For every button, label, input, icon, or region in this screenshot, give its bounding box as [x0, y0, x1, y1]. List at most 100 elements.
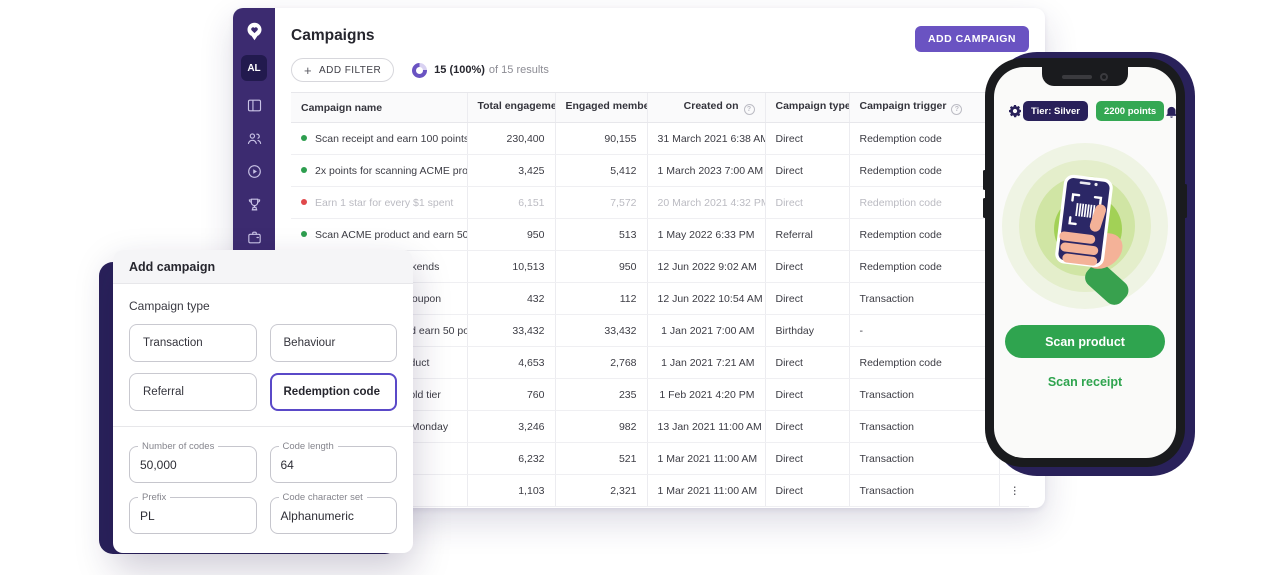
cell-text: Redemption code	[859, 228, 942, 241]
campaign-type-option[interactable]: Referral	[129, 373, 257, 411]
cell-name: Earn 1 star for every $1 spent	[291, 186, 467, 219]
add-campaign-modal: Add campaign Campaign type Transaction Be…	[113, 250, 413, 553]
board-icon[interactable]	[234, 89, 274, 122]
status-dot-icon	[301, 198, 307, 205]
cell-members: 950	[554, 250, 647, 283]
cell-text: 1 May 2022 6:33 PM	[657, 228, 755, 241]
automations-icon[interactable]	[234, 155, 274, 188]
table-row[interactable]: 2x points for scanning ACME product 3,425…	[291, 154, 1029, 187]
phone-status-row: Tier: Silver 2200 points	[994, 101, 1176, 121]
status-dot-icon	[301, 230, 307, 237]
cell-text: 2,321	[610, 484, 637, 497]
column-header[interactable]: Campaign trigger?	[848, 92, 999, 123]
settings-gear-icon[interactable]	[1007, 103, 1023, 119]
cell-trigger: Redemption code	[848, 122, 999, 155]
cell-text: Direct	[775, 260, 803, 273]
column-header[interactable]: Total engagement?	[466, 92, 556, 123]
cell-text: 10,513	[512, 260, 545, 273]
input-field[interactable]: Number of codes 50,000	[129, 441, 257, 483]
phone-screen: Tier: Silver 2200 points Scan product Sc…	[994, 67, 1176, 458]
column-header-label: Campaign type	[775, 100, 850, 112]
cell-members: 982	[554, 410, 647, 443]
input-field[interactable]: Code length 64	[269, 441, 397, 483]
cell-text: Redemption code	[859, 132, 942, 145]
input-field[interactable]: Prefix PL	[129, 492, 257, 534]
info-icon[interactable]: ?	[743, 104, 755, 115]
cell-trigger: Redemption code	[848, 186, 999, 219]
phone-volume-up-button	[983, 170, 986, 190]
add-filter-button[interactable]: + ADD FILTER	[291, 58, 395, 82]
column-header[interactable]: Engaged members?	[554, 92, 647, 123]
cell-type: Direct	[764, 154, 849, 187]
campaign-type-option[interactable]: Transaction	[129, 324, 257, 362]
cell-text: Direct	[775, 196, 803, 209]
cell-created: 12 Jun 2022 9:02 AM	[646, 250, 765, 283]
row-menu-kebab-icon[interactable]: ⋮	[998, 474, 1029, 507]
cell-text: Direct	[775, 292, 803, 305]
column-header-label: Total engagement	[477, 100, 556, 112]
campaign-type-option[interactable]: Redemption code	[269, 373, 397, 411]
workspace-avatar[interactable]: AL	[241, 55, 267, 81]
column-header-label: Campaign trigger	[859, 100, 947, 112]
cell-trigger: Redemption code	[848, 154, 999, 187]
table-header-row: Campaign nameTotal engagement?Engaged me…	[291, 92, 1029, 123]
cell-text: 12 Jun 2022 10:54 AM	[657, 292, 763, 305]
column-header[interactable]: Campaign name	[291, 92, 467, 123]
cell-type: Direct	[764, 250, 849, 283]
column-header[interactable]: Campaign type?	[764, 92, 850, 123]
cell-text: Birthday	[775, 324, 815, 337]
add-filter-label: ADD FILTER	[319, 64, 382, 76]
cell-type: Referral	[764, 218, 849, 251]
cell-type: Direct	[764, 378, 849, 411]
cell-type: Direct	[764, 282, 849, 315]
scan-product-button[interactable]: Scan product	[1005, 325, 1165, 358]
cell-text: 235	[618, 388, 637, 401]
notifications-bell-icon[interactable]	[1164, 104, 1176, 119]
scan-receipt-link[interactable]: Scan receipt	[994, 375, 1176, 389]
cell-total: 6,151	[466, 186, 555, 219]
cell-text: -	[859, 324, 864, 337]
cell-created: 1 Mar 2021 11:00 AM	[646, 474, 765, 507]
rewards-icon[interactable]	[234, 188, 274, 221]
cell-text: 1 March 2023 7:00 AM	[657, 164, 764, 177]
cell-type: Direct	[764, 186, 849, 219]
cell-name: 2x points for scanning ACME product	[291, 154, 467, 187]
field-label: Prefix	[138, 492, 171, 503]
cell-text: 20 March 2021 4:32 PM	[657, 196, 766, 209]
column-header[interactable]: Created on?	[646, 92, 765, 123]
cell-members: 90,155	[554, 122, 647, 155]
cell-text: Direct	[775, 132, 803, 145]
cell-text: 760	[526, 388, 545, 401]
field-label: Number of codes	[138, 441, 219, 452]
members-icon[interactable]	[234, 122, 274, 155]
info-icon[interactable]: ?	[951, 104, 963, 115]
add-campaign-button[interactable]: ADD CAMPAIGN	[914, 26, 1029, 52]
cell-text: 7,572	[610, 196, 637, 209]
cell-text: Transaction	[859, 420, 914, 433]
table-row[interactable]: Earn 1 star for every $1 spent 6,151 7,572…	[291, 186, 1029, 219]
input-field[interactable]: Code character set Alphanumeric	[269, 492, 397, 534]
phone-mockup: Tier: Silver 2200 points Scan product Sc…	[983, 58, 1187, 467]
cell-type: Direct	[764, 410, 849, 443]
field-value: 64	[280, 458, 294, 472]
cell-text: Direct	[775, 420, 803, 433]
cell-type: Birthday	[764, 314, 849, 347]
cell-members: 513	[554, 218, 647, 251]
cell-created: 20 March 2021 4:32 PM	[646, 186, 766, 219]
cell-created: 13 Jan 2021 11:00 AM	[646, 410, 765, 443]
shield-heart-logo-icon	[244, 21, 265, 42]
cell-total: 4,653	[466, 346, 555, 379]
cell-total: 6,232	[466, 442, 555, 475]
cell-members: 2,321	[554, 474, 647, 507]
phone-badges: Tier: Silver 2200 points	[1023, 101, 1165, 121]
table-row[interactable]: Scan ACME product and earn 50 points 950 5…	[291, 218, 1029, 251]
cell-text: 1 Jan 2021 7:21 AM	[661, 356, 755, 369]
cell-total: 1,103	[466, 474, 555, 507]
cell-text: 6,232	[518, 452, 545, 465]
cell-created: 1 Jan 2021 7:00 AM	[646, 314, 765, 347]
campaign-type-option[interactable]: Behaviour	[269, 324, 397, 362]
table-row[interactable]: Scan receipt and earn 100 points 230,400 9…	[291, 122, 1029, 155]
phone-camera	[1100, 72, 1108, 81]
field-label: Code character set	[278, 492, 367, 503]
field-value: Alphanumeric	[280, 509, 354, 523]
